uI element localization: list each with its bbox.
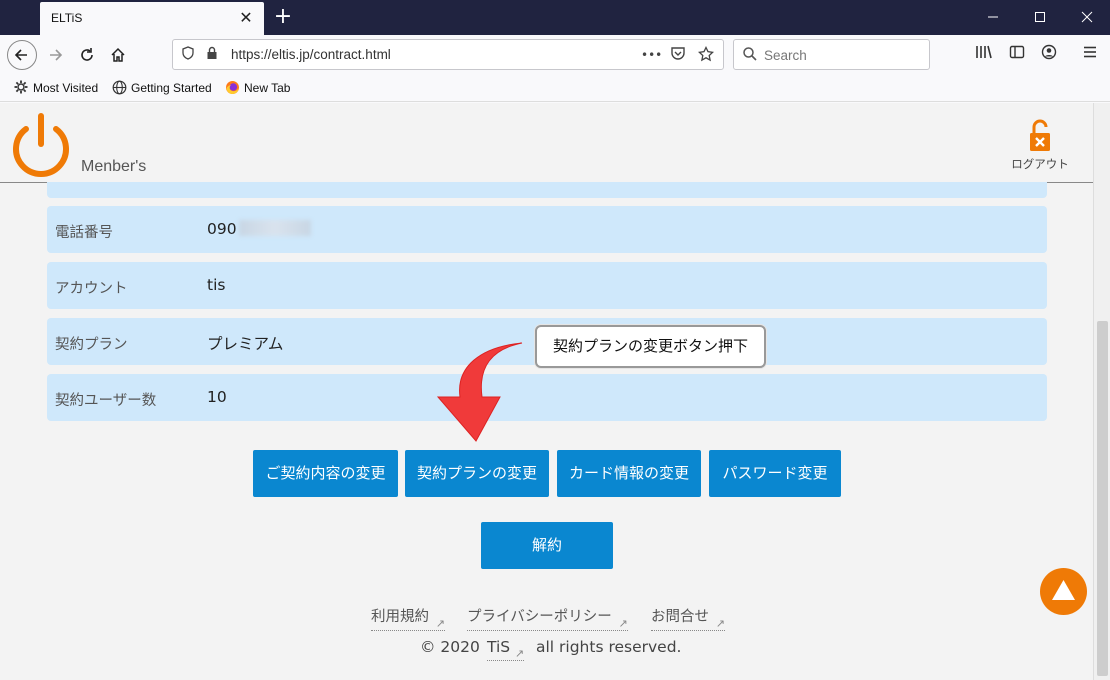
gear-icon xyxy=(13,80,29,96)
triangle-up-icon xyxy=(1052,580,1075,600)
browser-tab[interactable]: ELTiS ✕ xyxy=(40,2,264,35)
globe-icon xyxy=(111,80,127,96)
footer-links: 利用規約 ↗ プライバシーポリシー ↗ お問合せ ↗ xyxy=(0,603,1093,631)
page-content: Menber's ログアウト 電話番号 090 アカウント tis 契約プラン … xyxy=(0,103,1110,680)
copyright-text: all rights reserved. xyxy=(536,638,682,656)
copyright-year: © 2020 xyxy=(420,638,480,656)
search-input[interactable] xyxy=(764,45,924,65)
curved-arrow-icon xyxy=(436,342,523,442)
row-value: tis xyxy=(207,276,226,294)
row-value: 10 xyxy=(207,388,227,406)
home-icon[interactable] xyxy=(103,40,133,70)
site-header: Menber's ログアウト xyxy=(0,103,1093,183)
firefox-icon xyxy=(224,80,240,96)
bookmark-new-tab[interactable]: New Tab xyxy=(224,80,290,96)
bookmark-star-icon[interactable] xyxy=(697,45,715,64)
privacy-link[interactable]: プライバシーポリシー ↗ xyxy=(467,605,628,631)
copyright: © 2020 TiS ↗ all rights reserved. xyxy=(0,638,1093,662)
external-link-icon: ↗ xyxy=(715,617,725,630)
pocket-icon[interactable] xyxy=(669,46,687,64)
logout-button[interactable]: ログアウト xyxy=(1005,119,1075,174)
change-plan-button[interactable]: 契約プランの変更 xyxy=(405,450,549,497)
contract-row-account: アカウント tis xyxy=(47,262,1047,309)
cancel-contract-button[interactable]: 解約 xyxy=(481,522,613,569)
contract-row-users: 契約ユーザー数 10 xyxy=(47,374,1047,421)
row-label: 契約ユーザー数 xyxy=(55,393,157,409)
callout-text: 契約プランの変更ボタン押下 xyxy=(552,337,748,355)
sidebar-icon[interactable] xyxy=(1006,44,1028,66)
minimize-icon[interactable] xyxy=(970,0,1016,35)
brand-subtitle: Menber's xyxy=(81,158,147,175)
annotation-callout: 契約プランの変更ボタン押下 xyxy=(535,325,766,368)
close-icon[interactable]: ✕ xyxy=(236,8,256,28)
back-icon[interactable] xyxy=(7,40,37,70)
shield-icon[interactable] xyxy=(179,46,197,64)
change-card-button[interactable]: カード情報の変更 xyxy=(557,450,701,497)
copyright-brand-link[interactable]: TiS ↗ xyxy=(487,638,525,661)
change-contract-button[interactable]: ご契約内容の変更 xyxy=(253,450,398,497)
search-bar[interactable] xyxy=(733,39,930,70)
tab-title: ELTiS xyxy=(51,11,83,25)
row-label: 契約プラン xyxy=(55,337,128,353)
reload-icon[interactable] xyxy=(72,40,102,70)
account-icon[interactable] xyxy=(1038,44,1060,66)
bookmark-label: Most Visited xyxy=(33,81,99,95)
scroll-to-top-button[interactable] xyxy=(1040,568,1087,615)
row-value: 090 xyxy=(207,220,311,238)
external-link-icon: ↗ xyxy=(514,647,525,660)
terms-link[interactable]: 利用規約 ↗ xyxy=(371,605,445,631)
lock-icon[interactable] xyxy=(203,46,221,64)
contract-row-partial xyxy=(47,182,1047,198)
row-label: 電話番号 xyxy=(55,225,113,241)
navigation-toolbar: https://eltis.jp/contract.html ••• xyxy=(0,35,1110,75)
more-actions-icon[interactable]: ••• xyxy=(641,46,662,64)
row-label: アカウント xyxy=(55,281,128,297)
row-value: プレミアム xyxy=(207,335,284,353)
contract-row-phone: 電話番号 090 xyxy=(47,206,1047,253)
change-password-button[interactable]: パスワード変更 xyxy=(709,450,841,497)
contact-link[interactable]: お問合せ ↗ xyxy=(651,605,725,631)
bookmark-most-visited[interactable]: Most Visited xyxy=(13,80,98,96)
scrollbar-thumb[interactable] xyxy=(1097,321,1108,676)
window-close-icon[interactable] xyxy=(1064,0,1110,35)
url-bar[interactable]: https://eltis.jp/contract.html ••• xyxy=(172,39,724,70)
bookmarks-toolbar: Most Visited Getting Started New Tab xyxy=(0,75,1110,102)
window-titlebar: ELTiS ✕ + xyxy=(0,0,1110,35)
url-text[interactable]: https://eltis.jp/contract.html xyxy=(231,47,391,62)
bookmark-label: Getting Started xyxy=(131,81,212,95)
bookmark-getting-started[interactable]: Getting Started xyxy=(111,80,212,96)
redacted-blur xyxy=(238,220,311,236)
menu-icon[interactable] xyxy=(1079,44,1101,66)
logout-label: ログアウト xyxy=(1011,157,1069,171)
external-link-icon: ↗ xyxy=(435,617,445,630)
power-logo-icon[interactable] xyxy=(10,111,72,177)
maximize-icon[interactable] xyxy=(1017,0,1063,35)
external-link-icon: ↗ xyxy=(618,617,628,630)
library-icon[interactable] xyxy=(973,44,995,66)
unlock-icon xyxy=(1030,119,1050,151)
forward-icon[interactable] xyxy=(40,40,70,70)
scrollbar-track[interactable] xyxy=(1093,103,1110,680)
new-tab-button[interactable]: + xyxy=(270,5,296,31)
bookmark-label: New Tab xyxy=(244,81,291,95)
search-icon xyxy=(742,46,760,64)
